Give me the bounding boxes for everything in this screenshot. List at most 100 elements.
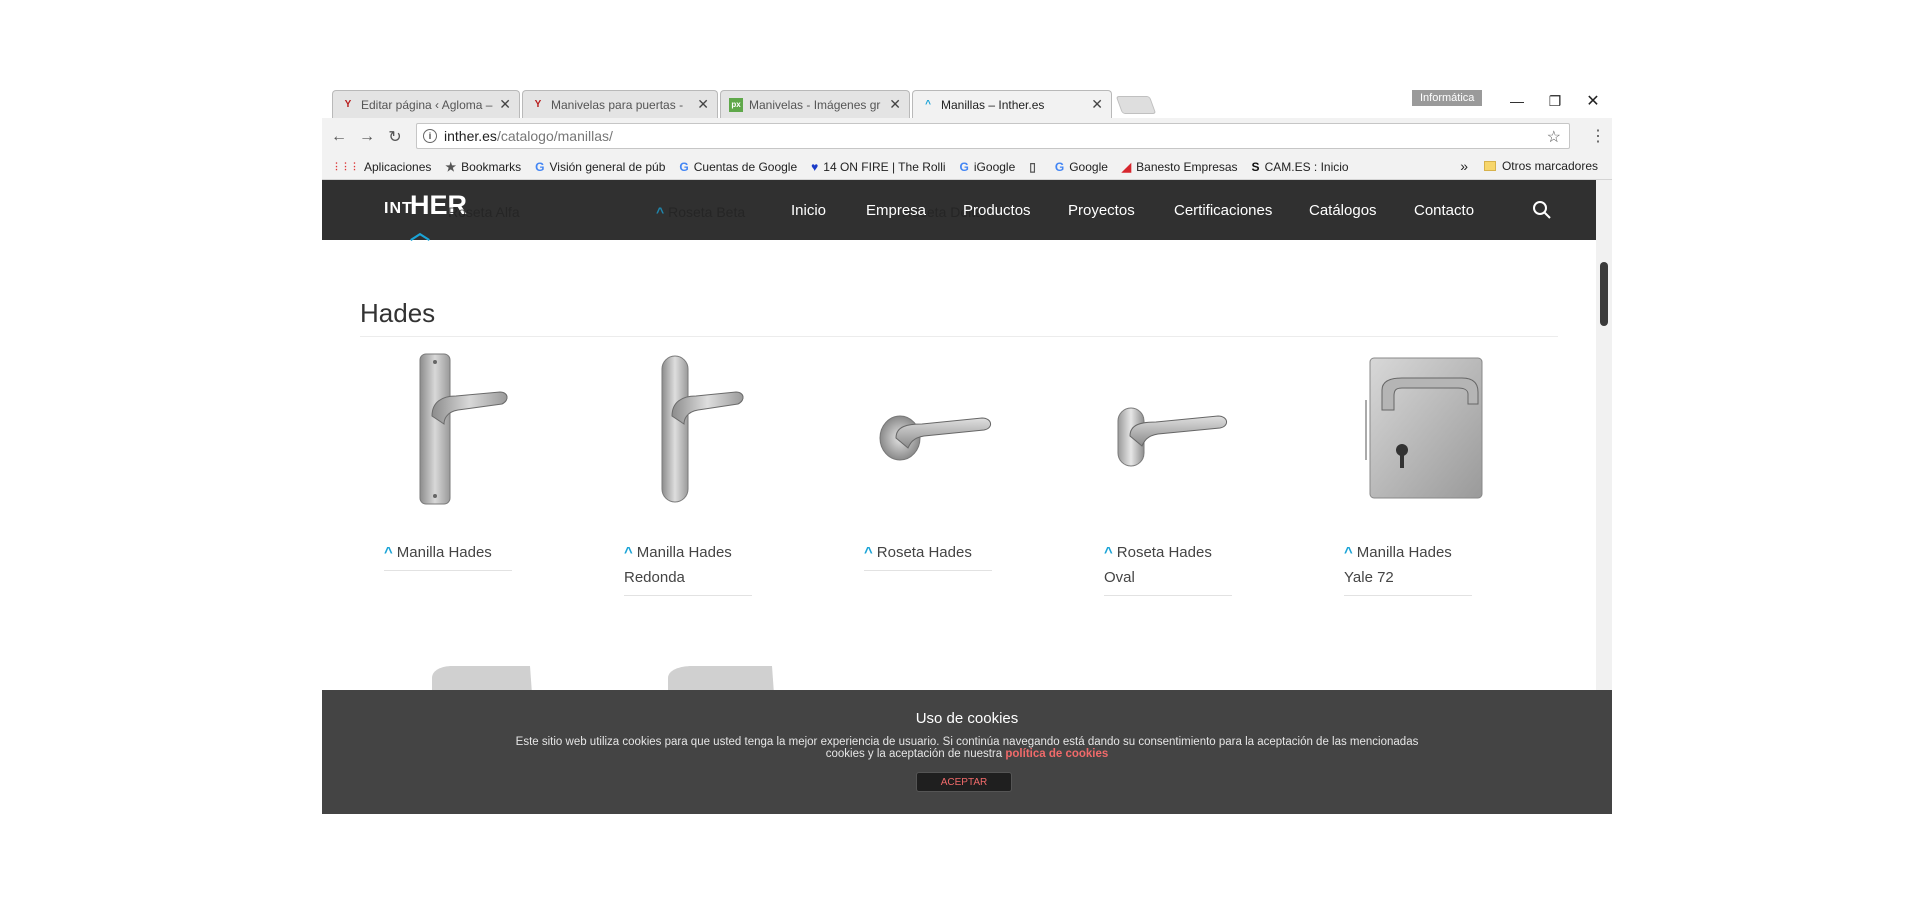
info-icon[interactable]: i <box>423 129 437 143</box>
bookmark-item[interactable]: G Google <box>1055 160 1108 174</box>
nav-catalogos[interactable]: Catálogos <box>1309 202 1377 219</box>
bookmark-label: CAM.ES : Inicio <box>1264 159 1349 174</box>
bookmark-label: Google <box>1069 159 1108 174</box>
product-name-text: Roseta Hades <box>876 544 972 561</box>
bookmark-item[interactable]: GiGoogle <box>960 160 1016 174</box>
close-tab-icon[interactable]: ✕ <box>499 96 511 113</box>
product-name[interactable]: ^ Manilla Hades <box>384 540 512 565</box>
product-image[interactable] <box>372 350 572 510</box>
product-name-text: Manilla Hades Redonda <box>624 544 732 586</box>
tab-title: Manivelas para puertas - <box>551 97 684 112</box>
tab-editar-pagina[interactable]: Y Editar página ‹ Agloma – ✕ <box>332 90 520 118</box>
bookmark-item[interactable]: S CAM.ES : Inicio <box>1252 160 1349 174</box>
chevron-up-icon: ^ <box>1344 544 1353 561</box>
google-icon: G <box>535 159 545 174</box>
product-image[interactable] <box>1092 350 1292 510</box>
chevron-up-icon: ^ <box>864 544 873 561</box>
bookmark-item[interactable]: ♥ 14 ON FIRE | The Rolli <box>811 160 945 174</box>
product-name-text: Manilla Hades <box>396 544 492 561</box>
more-vert-icon[interactable]: ⋮ <box>1590 126 1606 146</box>
bookmark-item[interactable]: G Visión general de púb <box>535 160 665 174</box>
cookie-banner: Uso de cookies Este sitio web utiliza co… <box>322 690 1612 814</box>
tab-manillas-inther[interactable]: ^ Manillas – Inther.es ✕ <box>912 90 1112 118</box>
back-arrow-icon[interactable]: ← <box>328 126 350 148</box>
product-image[interactable] <box>1332 350 1532 510</box>
banesto-icon: ◢ <box>1121 159 1132 174</box>
bookmark-item[interactable]: ★ Bookmarks <box>445 160 521 174</box>
product-underline <box>1104 595 1232 596</box>
page-icon: ▯ <box>1029 159 1036 174</box>
site-header: INT HER ︿ Roseta Alfa ^ Roseta Beta Rose… <box>322 180 1596 244</box>
tab-manivelas-imagenes[interactable]: px Manivelas - Imágenes gr ✕ <box>720 90 910 118</box>
close-window-icon[interactable]: ✕ <box>1578 90 1608 112</box>
bookmark-label: 14 ON FIRE | The Rolli <box>823 159 946 174</box>
product-name[interactable]: ^ Roseta Hades Oval <box>1104 540 1232 590</box>
google-icon: G <box>959 159 969 174</box>
bookmark-item[interactable]: G Cuentas de Google <box>679 160 797 174</box>
bookmark-label: Bookmarks <box>461 159 522 174</box>
bookmark-item[interactable]: ◢ Banesto Empresas <box>1122 160 1238 174</box>
ghost-menu-label: Roseta Beta <box>668 204 746 220</box>
product-underline <box>384 570 512 571</box>
tab-manivelas-puertas[interactable]: Y Manivelas para puertas - ✕ <box>522 90 718 118</box>
nav-empresa[interactable]: Empresa <box>866 202 926 219</box>
accept-cookies-button[interactable]: ACEPTAR <box>916 772 1012 792</box>
product-image[interactable] <box>612 350 812 510</box>
tab-title: Editar página ‹ Agloma – <box>361 97 493 112</box>
chevron-up-icon: ^ <box>624 544 633 561</box>
chevron-up-icon: ^ <box>1104 544 1113 561</box>
close-tab-icon[interactable]: ✕ <box>889 96 901 113</box>
nav-certificaciones[interactable]: Certificaciones <box>1174 202 1272 219</box>
folder-icon <box>1483 161 1496 171</box>
minimize-icon[interactable]: — <box>1502 90 1532 112</box>
new-tab-button[interactable] <box>1115 96 1157 114</box>
more-bookmarks-icon[interactable]: » <box>1460 158 1468 174</box>
cookie-text-body: Este sitio web utiliza cookies para que … <box>515 736 1419 760</box>
bookmark-label: Banesto Empresas <box>1136 159 1238 174</box>
forward-arrow-icon[interactable]: → <box>356 126 378 148</box>
bookmark-item[interactable]: ▯ <box>1029 160 1041 174</box>
browser-toolbar: ← → ↻ i inther.es/catalogo/manillas/ ☆ ⋮ <box>322 118 1612 154</box>
bookmark-item[interactable]: ⋮⋮⋮ Aplicaciones <box>332 160 431 174</box>
close-tab-icon[interactable]: ✕ <box>1091 96 1103 113</box>
other-bookmarks-label: Otros marcadores <box>1501 159 1598 173</box>
product-image[interactable] <box>852 350 1052 510</box>
other-bookmarks[interactable]: Otros marcadores <box>1483 159 1598 173</box>
logo-int: INT <box>384 200 413 217</box>
tab-favicon-icon: Y <box>344 99 352 110</box>
nav-inicio[interactable]: Inicio <box>791 202 826 219</box>
apps-grid-icon: ⋮⋮⋮ <box>332 161 359 171</box>
product-underline <box>1344 595 1472 596</box>
close-tab-icon[interactable]: ✕ <box>697 96 709 113</box>
product-name-text: Roseta Hades Oval <box>1104 544 1212 586</box>
address-bar[interactable]: i inther.es/catalogo/manillas/ ☆ <box>416 123 1570 149</box>
star-icon[interactable]: ☆ <box>1547 127 1561 147</box>
section-title: Hades <box>360 298 436 328</box>
ghost-menu-item: Roseta Alfa <box>448 204 520 220</box>
product-name[interactable]: ^ Roseta Hades <box>864 540 992 565</box>
product-underline <box>864 570 992 571</box>
tab-title: Manillas – Inther.es <box>941 97 1045 112</box>
tab-favicon-icon: ^ <box>925 99 931 110</box>
profile-badge[interactable]: Informática <box>1412 90 1483 106</box>
nav-proyectos[interactable]: Proyectos <box>1068 202 1135 219</box>
product-underline <box>624 595 752 596</box>
cookie-text: Este sitio web utiliza cookies para que … <box>512 736 1422 760</box>
tab-title: Manivelas - Imágenes gr <box>749 97 881 112</box>
cookie-title: Uso de cookies <box>915 710 1019 727</box>
url-path: /catalogo/manillas/ <box>496 128 613 144</box>
scrollbar-thumb[interactable] <box>1600 262 1608 326</box>
reload-icon[interactable]: ↻ <box>384 126 406 148</box>
ghost-menu-item: ^ Roseta Beta <box>656 204 746 220</box>
nav-productos[interactable]: Productos <box>963 202 1031 219</box>
cookie-policy-link[interactable]: política de cookies <box>1005 748 1108 760</box>
product-name[interactable]: ^ Manilla Hades Yale 72 <box>1344 540 1472 590</box>
product-name-text: Manilla Hades Yale 72 <box>1344 544 1452 586</box>
bookmark-label: iGoogle <box>973 159 1016 174</box>
product-name[interactable]: ^ Manilla Hades Redonda <box>624 540 752 590</box>
search-icon[interactable] <box>1532 200 1552 220</box>
chevron-up-icon: ︿ <box>410 222 430 244</box>
nav-contacto[interactable]: Contacto <box>1414 202 1474 219</box>
chevron-up-icon: ^ <box>384 544 393 561</box>
restore-icon[interactable]: ❐ <box>1540 90 1570 112</box>
